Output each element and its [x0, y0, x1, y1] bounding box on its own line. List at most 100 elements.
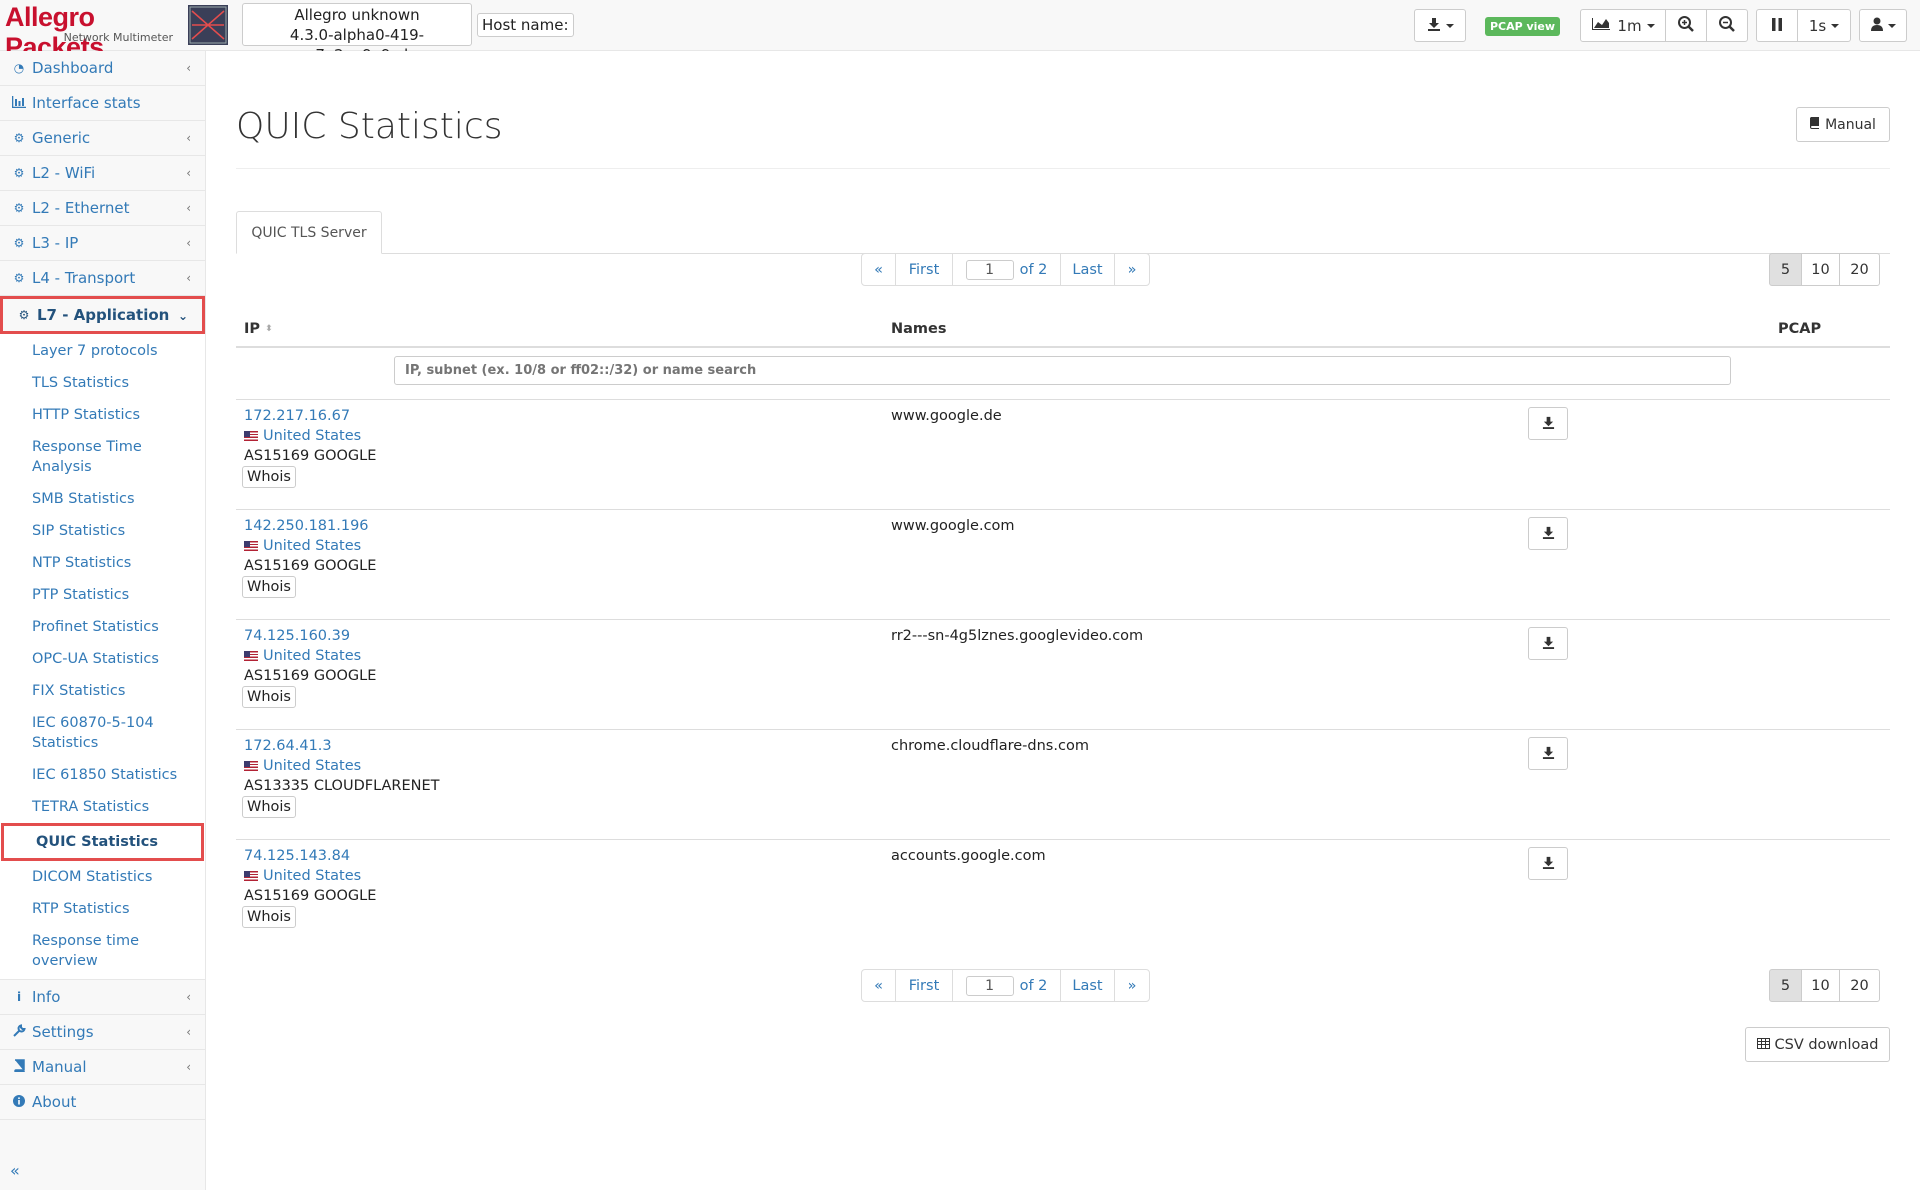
- manual-button-label: Manual: [1825, 116, 1876, 133]
- page-size-10-button[interactable]: 10: [1801, 969, 1840, 1002]
- submenu-item-iec-60870-statistics[interactable]: IEC 60870-5-104 Statistics: [0, 707, 205, 759]
- page-count: of 2: [1019, 261, 1048, 278]
- hostname-value: chrome.cloudflare-dns.com: [891, 738, 1089, 754]
- ip-name-search-input[interactable]: [394, 356, 1731, 385]
- download-icon: [1427, 17, 1441, 35]
- table-row: 172.64.41.3 United States AS13335 CLOUDF…: [236, 729, 1890, 839]
- submenu-item-rtp-statistics[interactable]: RTP Statistics: [0, 893, 205, 925]
- pagination-prev-button[interactable]: «: [862, 254, 896, 285]
- sidebar-collapse-button[interactable]: «: [10, 1161, 20, 1180]
- page-number-input[interactable]: [965, 259, 1014, 280]
- sidebar-item-label: About: [32, 1093, 77, 1111]
- device-selector[interactable]: Allegro unknown 4.3.0-alpha0-419-g7e2ee9…: [242, 3, 472, 64]
- ip-link[interactable]: 172.217.16.67: [244, 408, 350, 424]
- sidebar-item-l7-application[interactable]: ⚙ L7 - Application ⌄: [0, 296, 205, 334]
- submenu-item-response-time-analysis[interactable]: Response Time Analysis: [0, 431, 205, 483]
- submenu-item-ptp-statistics[interactable]: PTP Statistics: [0, 579, 205, 611]
- brand-logo-link[interactable]: Allegro Packets Network Multimeter: [5, 2, 175, 62]
- country-link[interactable]: United States: [244, 428, 361, 444]
- sidebar-item-l2-ethernet[interactable]: ⚙ L2 - Ethernet ‹: [0, 191, 205, 226]
- tab-quic-tls-server[interactable]: QUIC TLS Server: [236, 211, 382, 254]
- hostname-value: www.google.com: [891, 518, 1015, 534]
- country-link[interactable]: United States: [244, 538, 361, 554]
- whois-button[interactable]: Whois: [242, 686, 296, 708]
- sidebar-item-label: L4 - Transport: [32, 269, 136, 287]
- sidebar-item-label: L2 - Ethernet: [32, 199, 130, 217]
- ip-link[interactable]: 74.125.143.84: [244, 848, 350, 864]
- submenu-item-iec-61850-statistics[interactable]: IEC 61850 Statistics: [0, 759, 205, 791]
- download-icon: [1542, 524, 1555, 543]
- submenu-item-tls-statistics[interactable]: TLS Statistics: [0, 367, 205, 399]
- zoom-out-button[interactable]: [1706, 9, 1748, 42]
- book-icon: [1810, 116, 1820, 133]
- refresh-interval-dropdown[interactable]: 1s: [1797, 9, 1851, 42]
- country-link[interactable]: United States: [244, 648, 361, 664]
- sidebar-item-about[interactable]: About: [0, 1085, 205, 1120]
- pcap-download-button[interactable]: [1528, 847, 1568, 880]
- sidebar-item-l4-transport[interactable]: ⚙ L4 - Transport ‹: [0, 261, 205, 296]
- pagination-last-button[interactable]: Last: [1061, 970, 1115, 1001]
- sidebar-item-l2-wifi[interactable]: ⚙ L2 - WiFi ‹: [0, 156, 205, 191]
- csv-download-button[interactable]: CSV download: [1745, 1027, 1890, 1062]
- submenu-item-fix-statistics[interactable]: FIX Statistics: [0, 675, 205, 707]
- submenu-item-opc-ua-statistics[interactable]: OPC-UA Statistics: [0, 643, 205, 675]
- whois-button[interactable]: Whois: [242, 796, 296, 818]
- submenu-item-response-time-overview[interactable]: Response time overview: [0, 925, 205, 979]
- ip-link[interactable]: 74.125.160.39: [244, 628, 350, 644]
- pcap-download-button[interactable]: [1528, 737, 1568, 770]
- brand-subtitle: Network Multimeter: [63, 31, 173, 44]
- whois-button[interactable]: Whois: [242, 576, 296, 598]
- sidebar-item-generic[interactable]: ⚙ Generic ‹: [0, 121, 205, 156]
- country-link[interactable]: United States: [244, 758, 361, 774]
- ip-link[interactable]: 172.64.41.3: [244, 738, 332, 754]
- table-row: 74.125.160.39 United States AS15169 GOOG…: [236, 619, 1890, 729]
- ip-link[interactable]: 142.250.181.196: [244, 518, 369, 534]
- sidebar-item-l3-ip[interactable]: ⚙ L3 - IP ‹: [0, 226, 205, 261]
- pause-button[interactable]: [1756, 9, 1798, 42]
- sidebar-item-interface-stats[interactable]: Interface stats: [0, 86, 205, 121]
- page-size-5-button[interactable]: 5: [1769, 253, 1802, 286]
- page-size-selector-bottom: 5 10 20: [1769, 969, 1880, 1002]
- sidebar-item-settings[interactable]: Settings ‹: [0, 1015, 205, 1050]
- gear-icon: ⚙: [13, 271, 25, 285]
- sidebar-item-manual[interactable]: Manual ‹: [0, 1050, 205, 1085]
- us-flag-icon: [244, 651, 258, 661]
- pcap-download-button[interactable]: [1528, 407, 1568, 440]
- book-icon: [12, 1059, 26, 1075]
- submenu-item-profinet-statistics[interactable]: Profinet Statistics: [0, 611, 205, 643]
- submenu-item-http-statistics[interactable]: HTTP Statistics: [0, 399, 205, 431]
- submenu-item-tetra-statistics[interactable]: TETRA Statistics: [0, 791, 205, 823]
- submenu-item-dicom-statistics[interactable]: DICOM Statistics: [0, 861, 205, 893]
- whois-button[interactable]: Whois: [242, 906, 296, 928]
- download-dropdown-button[interactable]: [1414, 9, 1466, 42]
- page-number-input[interactable]: [965, 975, 1014, 996]
- pause-icon: [1771, 17, 1783, 35]
- page-size-5-button[interactable]: 5: [1769, 969, 1802, 1002]
- submenu-item-ntp-statistics[interactable]: NTP Statistics: [0, 547, 205, 579]
- country-link[interactable]: United States: [244, 868, 361, 884]
- pagination-next-button[interactable]: »: [1115, 970, 1149, 1001]
- download-icon: [1542, 634, 1555, 653]
- pagination-next-button[interactable]: »: [1115, 254, 1149, 285]
- zoom-in-button[interactable]: [1665, 9, 1707, 42]
- page-size-20-button[interactable]: 20: [1839, 253, 1880, 286]
- interval-dropdown-button[interactable]: 1m: [1580, 9, 1666, 42]
- submenu-item-smb-statistics[interactable]: SMB Statistics: [0, 483, 205, 515]
- submenu-item-sip-statistics[interactable]: SIP Statistics: [0, 515, 205, 547]
- submenu-item-quic-statistics[interactable]: QUIC Statistics: [1, 823, 204, 861]
- sidebar-item-dashboard[interactable]: ◔ Dashboard ‹: [0, 51, 205, 86]
- submenu-item-layer7-protocols[interactable]: Layer 7 protocols: [0, 334, 205, 367]
- pagination-first-button[interactable]: First: [896, 254, 953, 285]
- page-size-10-button[interactable]: 10: [1801, 253, 1840, 286]
- pcap-download-button[interactable]: [1528, 627, 1568, 660]
- whois-button[interactable]: Whois: [242, 466, 296, 488]
- user-menu-button[interactable]: [1859, 9, 1907, 42]
- sidebar-item-info[interactable]: i Info ‹: [0, 980, 205, 1015]
- manual-button[interactable]: Manual: [1796, 107, 1890, 142]
- pagination-first-button[interactable]: First: [896, 970, 953, 1001]
- page-size-20-button[interactable]: 20: [1839, 969, 1880, 1002]
- pagination-last-button[interactable]: Last: [1061, 254, 1115, 285]
- column-header-ip[interactable]: IP ⬍: [244, 321, 273, 337]
- pcap-download-button[interactable]: [1528, 517, 1568, 550]
- pagination-prev-button[interactable]: «: [862, 970, 896, 1001]
